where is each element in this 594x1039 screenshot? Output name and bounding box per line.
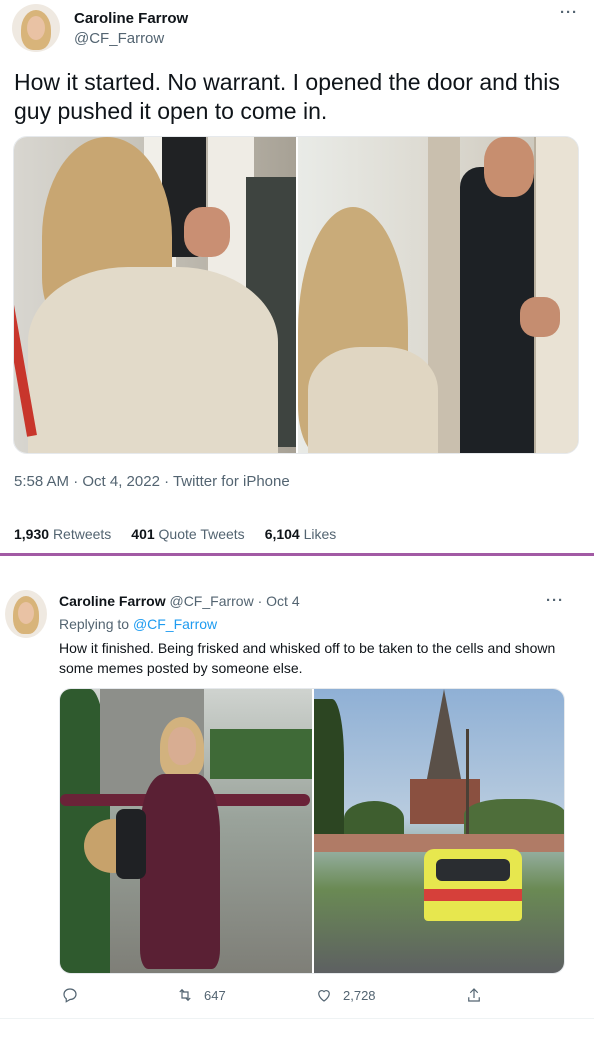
more-options-icon[interactable]: ··· — [560, 4, 578, 21]
share-button[interactable] — [465, 986, 483, 1004]
photo-door-left[interactable] — [14, 137, 296, 453]
tweet-text: How it started. No warrant. I opened the… — [14, 69, 560, 124]
reply-media-gallery — [59, 688, 565, 974]
author-handle[interactable]: @CF_Farrow — [74, 30, 164, 47]
reply-avatar[interactable] — [5, 590, 47, 638]
reply-author-name[interactable]: Caroline Farrow — [59, 593, 166, 609]
retweets-stat[interactable]: 1,930 Retweets — [14, 526, 111, 542]
tweet-stats: 1,930 Retweets 401 Quote Tweets 6,104 Li… — [14, 526, 356, 542]
quote-tweets-stat[interactable]: 401 Quote Tweets — [131, 526, 244, 542]
reply-action-bar: 647 2,728 — [59, 986, 499, 1008]
retweet-button[interactable]: 647 — [176, 986, 226, 1004]
reply-button[interactable] — [61, 986, 89, 1004]
section-divider — [0, 553, 594, 556]
reply-author-handle[interactable]: @CF_Farrow — [169, 593, 253, 609]
reply-icon — [63, 988, 77, 1003]
media-gallery — [13, 136, 579, 454]
replying-to-mention[interactable]: @CF_Farrow — [133, 616, 217, 632]
reply-date[interactable]: · Oct 4 — [258, 593, 300, 609]
likes-stat[interactable]: 6,104 Likes — [265, 526, 337, 542]
bottom-divider — [0, 1018, 594, 1019]
photo-police-car[interactable] — [314, 689, 564, 973]
retweet-icon — [179, 988, 191, 1002]
share-icon — [468, 988, 480, 1002]
like-icon — [318, 990, 330, 1002]
reply-text: How it finished. Being frisked and whisk… — [59, 640, 556, 676]
replying-to: Replying to @CF_Farrow — [59, 616, 218, 632]
photo-door-right[interactable] — [298, 137, 578, 453]
photo-woman-frisked[interactable] — [60, 689, 312, 973]
like-button[interactable]: 2,728 — [315, 986, 376, 1004]
main-tweet: Caroline Farrow @CF_Farrow ··· How it st… — [0, 0, 594, 553]
tweet-timestamp[interactable]: 5:58 AM · Oct 4, 2022 · Twitter for iPho… — [14, 473, 290, 490]
author-name[interactable]: Caroline Farrow — [74, 10, 188, 27]
reply-header: Caroline Farrow @CF_Farrow · Oct 4 — [59, 593, 300, 609]
reply-more-options-icon[interactable]: ··· — [546, 592, 564, 609]
avatar[interactable] — [12, 4, 60, 52]
